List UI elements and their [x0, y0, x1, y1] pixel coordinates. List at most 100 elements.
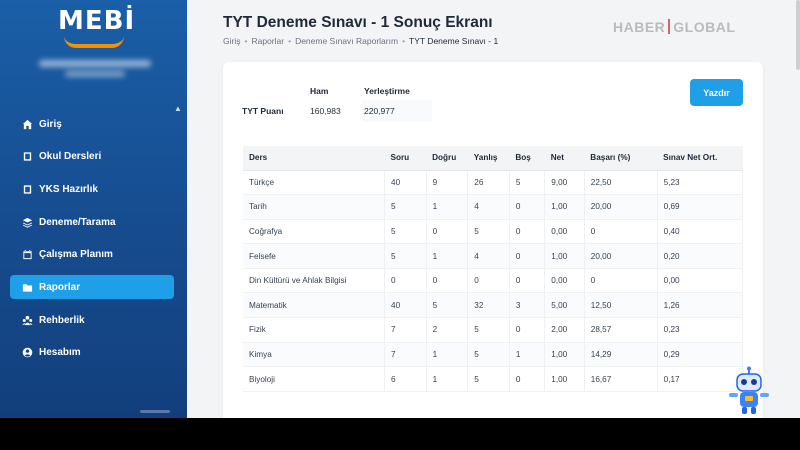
folder-icon: [22, 282, 33, 293]
cell-soru: 6: [384, 366, 427, 392]
column-header-basari: Başarı (%): [584, 146, 658, 171]
cell-dogru: 2: [426, 317, 469, 343]
cell-sinav-net-ort: 0,29: [657, 342, 744, 368]
logo-text: MEBİ: [58, 6, 136, 36]
score-ham-value: 160,983: [310, 106, 341, 116]
watermark-right: GLOBAL: [673, 19, 736, 35]
cell-basari: 16,67: [584, 366, 658, 392]
score-yerlestirme-value: 220,977: [362, 100, 432, 122]
cell-basari: 12,50: [584, 292, 658, 319]
user-info-blurred: [36, 58, 154, 80]
logo-smile-icon: [64, 36, 124, 48]
cell-yanlis: 5: [467, 317, 510, 343]
sidebar-nav: Giriş Okul Dersleri YKS Hazırlık Deneme/…: [10, 112, 174, 374]
cell-net: 1,00: [544, 342, 585, 368]
cell-soru: 7: [384, 317, 427, 343]
sidebar-item-giris[interactable]: Giriş: [10, 112, 174, 136]
cell-soru: 5: [384, 219, 427, 245]
cell-dogru: 1: [426, 342, 469, 368]
cell-ders: Coğrafya: [243, 219, 386, 245]
cell-yanlis: 5: [467, 342, 510, 368]
cell-sinav-net-ort: 0,23: [657, 317, 744, 343]
cell-yanlis: 4: [467, 194, 510, 220]
cell-basari: 22,50: [584, 170, 658, 196]
cell-net: 5,00: [544, 292, 585, 319]
table-row: Coğrafya 5 0 5 0 0,00 0 0,40: [243, 219, 744, 245]
cell-yanlis: 5: [467, 219, 510, 245]
column-header-dogru: Doğru: [426, 146, 468, 171]
table-row: Türkçe 40 9 26 5 9,00 22,50 5,23: [243, 170, 744, 196]
cell-dogru: 1: [426, 243, 469, 269]
cell-bos: 0: [509, 317, 546, 343]
cell-soru: 0: [384, 268, 427, 294]
score-row-label: TYT Puanı: [242, 106, 284, 116]
sidebar-item-rehberlik[interactable]: Rehberlik: [10, 308, 174, 332]
sidebar-item-label: Giriş: [39, 118, 62, 130]
cell-bos: 0: [509, 219, 546, 245]
cell-net: 1,00: [544, 243, 585, 269]
breadcrumb: Giriş • Raporlar • Deneme Sınavı Raporlarım •…: [223, 36, 499, 46]
home-icon: [22, 119, 33, 130]
video-bottom-bar: [0, 418, 800, 450]
app-window: MEBİ ▲ Giriş Okul Dersleri YKS Hazırlık …: [0, 0, 800, 418]
results-header-row: Ders Soru Doğru Yanlış Boş Net Başarı (%) Sınav…: [243, 146, 743, 171]
score-header-ham: Ham: [310, 86, 329, 96]
table-row: Din Kültürü ve Ahlak Bilgisi 0 0 0 0 0,00 0 0,0…: [243, 268, 744, 294]
breadcrumb-giris[interactable]: Giriş: [223, 36, 240, 46]
cell-ders: Kimya: [243, 342, 386, 368]
collapse-arrow-icon[interactable]: ▲: [174, 104, 182, 113]
score-table: Ham Yerleştirme TYT Puanı 160,983 220,97…: [237, 82, 432, 122]
cell-bos: 3: [509, 292, 546, 319]
cell-soru: 5: [384, 243, 427, 269]
cell-ders: Felsefe: [243, 243, 386, 269]
haber-global-watermark: HABER GLOBAL: [613, 19, 735, 35]
sidebar-item-okul-dersleri[interactable]: Okul Dersleri: [10, 145, 174, 169]
sidebar-item-hesabim[interactable]: Hesabım: [10, 341, 174, 365]
sidebar-item-label: Okul Dersleri: [39, 151, 102, 163]
print-button[interactable]: Yazdır: [690, 79, 743, 106]
sidebar-item-deneme-tarama[interactable]: Deneme/Tarama: [10, 210, 174, 234]
cell-net: 1,00: [544, 194, 585, 220]
page-scrollbar[interactable]: [796, 0, 800, 70]
sidebar-item-label: YKS Hazırlık: [39, 183, 98, 195]
cell-sinav-net-ort: 1,26: [657, 292, 744, 319]
cell-dogru: 1: [426, 194, 469, 220]
cell-dogru: 9: [426, 170, 469, 196]
robot-assistant-icon[interactable]: [726, 366, 772, 416]
cell-sinav-net-ort: 0,69: [657, 194, 744, 220]
breadcrumb-raporlar[interactable]: Raporlar: [251, 36, 284, 46]
user-icon: [22, 347, 33, 358]
column-header-net: Net: [544, 146, 585, 171]
cell-dogru: 0: [426, 219, 469, 245]
cell-yanlis: 32: [467, 292, 510, 319]
cell-bos: 5: [509, 170, 546, 196]
cell-basari: 20,00: [584, 243, 658, 269]
cell-dogru: 0: [426, 268, 469, 294]
cell-basari: 14,29: [584, 342, 658, 368]
cell-yanlis: 26: [467, 170, 510, 196]
cell-sinav-net-ort: 0,40: [657, 219, 744, 245]
book-icon: [22, 184, 33, 195]
watermark-left: HABER: [613, 19, 666, 35]
cell-bos: 0: [509, 366, 546, 392]
cell-basari: 0: [584, 268, 658, 294]
cell-ders: Biyoloji: [243, 366, 386, 392]
mebi-logo[interactable]: MEBİ: [58, 6, 136, 48]
cell-net: 0,00: [544, 219, 585, 245]
cell-bos: 1: [509, 342, 546, 368]
cell-ders: Tarih: [243, 194, 386, 220]
column-header-ders: Ders: [243, 146, 385, 171]
sidebar-item-raporlar[interactable]: Raporlar: [10, 275, 174, 300]
column-header-soru: Soru: [384, 146, 427, 171]
table-row: Tarih 5 1 4 0 1,00 20,00 0,69: [243, 194, 744, 220]
sidebar-scroll-indicator[interactable]: [140, 410, 170, 413]
sidebar-item-yks-hazirlik[interactable]: YKS Hazırlık: [10, 177, 174, 201]
cell-net: 9,00: [544, 170, 585, 196]
cell-dogru: 5: [426, 292, 469, 319]
sidebar-item-calisma-planim[interactable]: Çalışma Planım: [10, 243, 174, 267]
breadcrumb-deneme-raporlarim[interactable]: Deneme Sınavı Raporlarım: [295, 36, 398, 46]
cell-yanlis: 0: [467, 268, 510, 294]
score-header-yerlestirme: Yerleştirme: [364, 86, 410, 96]
cell-basari: 20,00: [584, 194, 658, 220]
sidebar: MEBİ ▲ Giriş Okul Dersleri YKS Hazırlık …: [0, 0, 187, 418]
